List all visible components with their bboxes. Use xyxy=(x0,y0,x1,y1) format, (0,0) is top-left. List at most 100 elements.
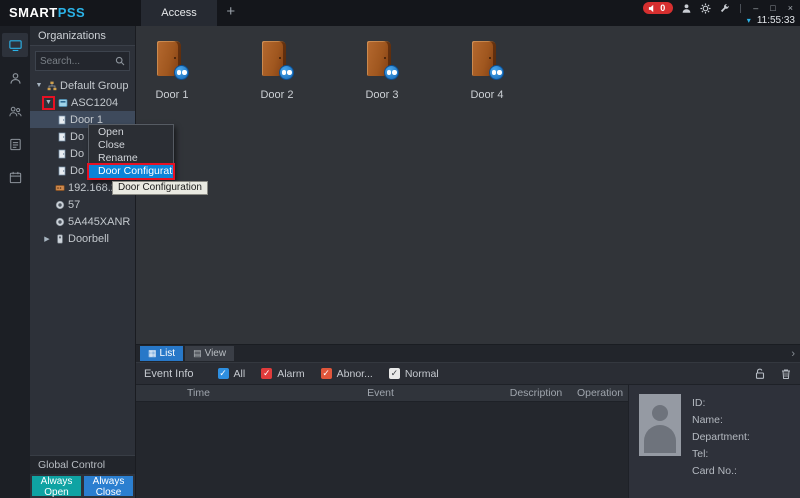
tree-item-57[interactable]: 57 xyxy=(30,196,135,213)
search-box[interactable] xyxy=(35,51,130,71)
module-calendar-icon[interactable] xyxy=(2,165,28,189)
door-device-1[interactable]: Door 1 xyxy=(136,40,208,101)
filter-alarm[interactable]: ✓ Alarm xyxy=(261,368,304,380)
binoculars-badge-icon xyxy=(489,65,504,80)
filter-all[interactable]: ✓ All xyxy=(218,368,246,380)
door-label: Door 1 xyxy=(155,89,188,101)
menu-item-rename[interactable]: Rename xyxy=(89,152,173,165)
door-label: Door 2 xyxy=(260,89,293,101)
search-icon[interactable] xyxy=(115,56,125,66)
column-header-time[interactable]: Time xyxy=(136,385,261,401)
menu-item-close[interactable]: Close xyxy=(89,139,173,152)
checkbox-alarm[interactable]: ✓ xyxy=(261,368,272,379)
tab-list[interactable]: ▦ List xyxy=(140,346,183,361)
trash-icon[interactable] xyxy=(780,368,792,380)
column-header-event[interactable]: Event xyxy=(261,385,500,401)
add-tab-button[interactable]: + xyxy=(217,0,245,26)
person-info-panel: ID: Name: Department: Tel: Card No.: xyxy=(628,385,800,498)
door-device-3[interactable]: Door 3 xyxy=(346,40,418,101)
event-panel: ▦ List ▤ View › Event Info ✓ All ✓ Alarm… xyxy=(136,344,800,498)
context-menu: Open Close Rename Door Configuration xyxy=(88,124,174,180)
checkbox-normal[interactable]: ✓ xyxy=(389,368,400,379)
camera-icon xyxy=(55,217,65,227)
module-console-icon[interactable] xyxy=(2,33,28,57)
door-icon xyxy=(260,40,294,80)
clock: 11:55:33 xyxy=(757,15,795,26)
filter-label: Normal xyxy=(405,368,439,380)
collapse-panel-chevron-icon[interactable]: › xyxy=(791,348,800,360)
filter-normal[interactable]: ✓ Normal xyxy=(389,368,439,380)
checkbox-abnormal[interactable]: ✓ xyxy=(321,368,332,379)
tab-view[interactable]: ▤ View xyxy=(185,346,234,361)
annotation-box-arrow: ▼ xyxy=(42,96,55,110)
alarm-count: 0 xyxy=(660,3,665,13)
minimize-button[interactable]: – xyxy=(751,2,760,14)
tree-item-label: 5A445XANR xyxy=(68,216,130,228)
module-group-icon[interactable] xyxy=(2,99,28,123)
device-canvas: Door 1 Door 2 Door 3 xyxy=(136,26,800,344)
maximize-button[interactable]: □ xyxy=(768,2,777,14)
tree-item-label: Do xyxy=(70,165,84,177)
global-control-label: Global Control xyxy=(30,455,135,474)
binoculars-badge-icon xyxy=(174,65,189,80)
door-icon xyxy=(155,40,189,80)
door-device-4[interactable]: Door 4 xyxy=(451,40,523,101)
recorder-icon xyxy=(55,183,65,193)
module-rail xyxy=(0,26,30,498)
collapse-arrow-icon[interactable]: ▶ xyxy=(42,235,52,243)
tree-item-doorbell[interactable]: ▶ Doorbell xyxy=(30,230,135,247)
always-open-button[interactable]: Always Open xyxy=(32,476,81,496)
filter-abnormal[interactable]: ✓ Abnor... xyxy=(321,368,373,380)
always-close-button[interactable]: Always Close xyxy=(84,476,133,496)
camera-icon xyxy=(55,200,65,210)
field-card-no: Card No.: xyxy=(692,463,750,480)
filter-label: Abnor... xyxy=(337,368,373,380)
door-device-2[interactable]: Door 2 xyxy=(241,40,313,101)
tooltip: Door Configuration xyxy=(112,181,208,195)
tools-wrench-icon[interactable] xyxy=(719,3,730,14)
tree-item-asc1204[interactable]: ▼ ASC1204 xyxy=(30,94,135,111)
door-label: Door 3 xyxy=(365,89,398,101)
tab-list-label: List xyxy=(160,348,176,359)
column-header-operation[interactable]: Operation xyxy=(572,385,628,401)
field-name: Name: xyxy=(692,412,750,429)
field-department: Department: xyxy=(692,429,750,446)
module-log-icon[interactable] xyxy=(2,132,28,156)
user-icon[interactable] xyxy=(681,3,692,14)
door-label: Door 4 xyxy=(470,89,503,101)
close-button[interactable]: × xyxy=(786,2,795,14)
alarm-badge[interactable]: 0 xyxy=(643,2,673,14)
module-user-icon[interactable] xyxy=(2,66,28,90)
settings-gear-icon[interactable] xyxy=(700,3,711,14)
column-header-description[interactable]: Description xyxy=(500,385,572,401)
list-grid-icon: ▦ xyxy=(148,349,157,358)
header-right-cluster: 0 – □ × ▾ 11:55:33 xyxy=(643,0,800,26)
event-info-label: Event Info xyxy=(144,368,194,380)
tree-item-label: Doorbell xyxy=(68,233,109,245)
menu-item-door-configuration[interactable]: Door Configuration xyxy=(89,165,173,178)
expand-arrow-icon[interactable]: ▼ xyxy=(45,99,52,106)
menu-item-open[interactable]: Open xyxy=(89,126,173,139)
alarm-panel-expand-icon[interactable]: ▾ xyxy=(747,16,751,26)
search-input[interactable] xyxy=(40,56,115,67)
binoculars-badge-icon xyxy=(279,65,294,80)
divider xyxy=(740,4,741,13)
controller-icon xyxy=(58,98,68,108)
door-icon xyxy=(57,166,67,176)
door-icon xyxy=(57,149,67,159)
unlock-icon[interactable] xyxy=(754,368,766,380)
field-id: ID: xyxy=(692,395,750,412)
tree-item-default-group[interactable]: ▼ Default Group xyxy=(30,77,135,94)
door-icon xyxy=(57,132,67,142)
tree-item-label: Do xyxy=(70,131,84,143)
field-tel: Tel: xyxy=(692,446,750,463)
tree-item-5a445xanr[interactable]: 5A445XANR xyxy=(30,213,135,230)
tab-access[interactable]: Access xyxy=(141,0,216,26)
expand-arrow-icon[interactable]: ▼ xyxy=(34,82,44,89)
organizations-panel: Organizations ▼ Default Group ▼ ASC1204 xyxy=(30,26,136,498)
view-grid-icon: ▤ xyxy=(193,349,202,358)
door-icon xyxy=(365,40,399,80)
checkbox-all[interactable]: ✓ xyxy=(218,368,229,379)
check-icon: ✓ xyxy=(322,369,330,378)
main-area: Door 1 Door 2 Door 3 xyxy=(136,26,800,498)
